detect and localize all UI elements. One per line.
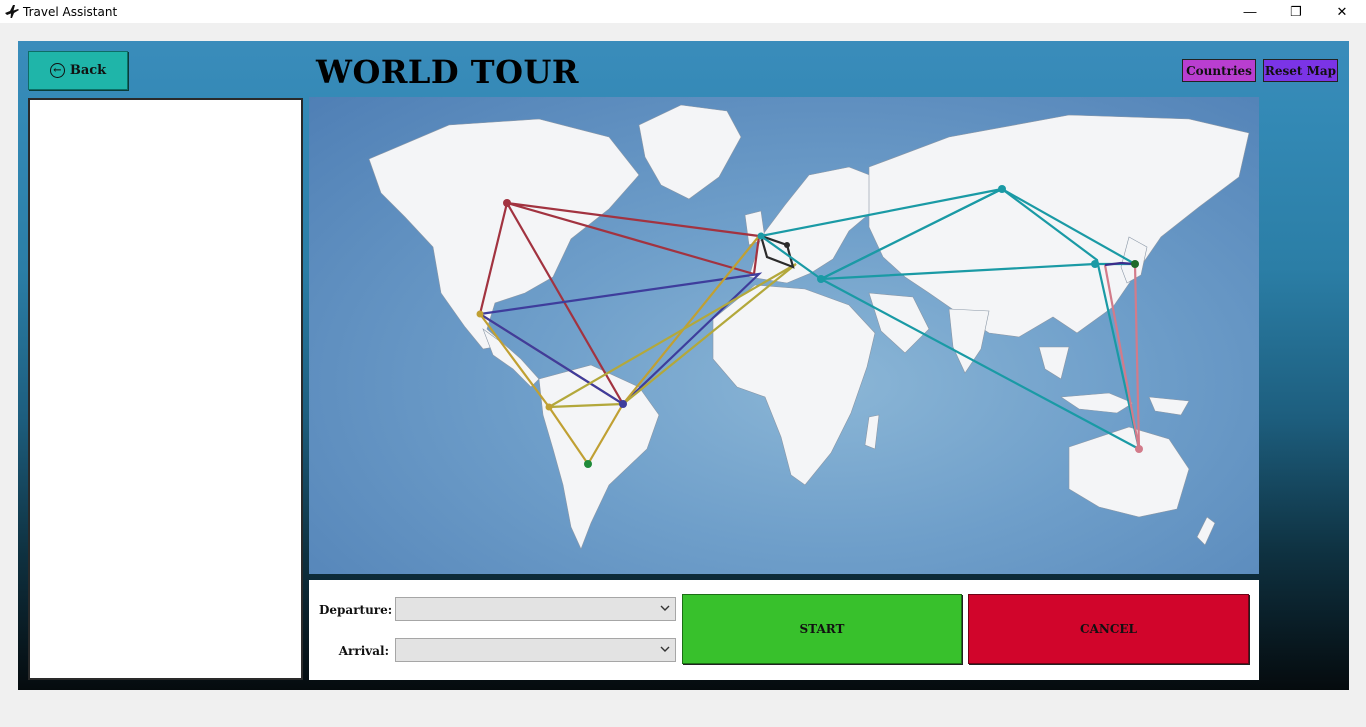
airplane-icon xyxy=(5,5,19,18)
window-titlebar: Travel Assistant — ❐ ✕ xyxy=(0,0,1366,23)
page-title: WORLD TOUR xyxy=(316,53,579,91)
route-controls: Departure: Arrival: START CANCEL xyxy=(309,580,1259,680)
itinerary-panel xyxy=(28,98,303,680)
countries-button[interactable]: Countries xyxy=(1182,59,1256,82)
app-window: ← Back WORLD TOUR Countries Reset Map De… xyxy=(18,41,1349,690)
back-button[interactable]: ← Back xyxy=(28,51,128,90)
arrival-label: Arrival: xyxy=(338,644,389,658)
close-button[interactable]: ✕ xyxy=(1319,0,1365,23)
window-title: Travel Assistant xyxy=(23,5,118,19)
chevron-down-icon xyxy=(660,605,670,611)
chevron-down-icon xyxy=(660,646,670,652)
maximize-button[interactable]: ❐ xyxy=(1273,0,1319,23)
start-button[interactable]: START xyxy=(682,594,962,664)
cancel-button[interactable]: CANCEL xyxy=(968,594,1249,664)
world-map[interactable] xyxy=(309,97,1259,574)
reset-map-button[interactable]: Reset Map xyxy=(1263,59,1338,82)
world-map-graphic xyxy=(368,104,1250,550)
minimize-button[interactable]: — xyxy=(1227,0,1273,23)
arrival-select[interactable] xyxy=(395,638,676,662)
back-button-label: Back xyxy=(69,63,107,78)
departure-label: Departure: xyxy=(319,603,393,617)
departure-select[interactable] xyxy=(395,597,676,621)
arrow-left-circle-icon: ← xyxy=(49,63,65,78)
